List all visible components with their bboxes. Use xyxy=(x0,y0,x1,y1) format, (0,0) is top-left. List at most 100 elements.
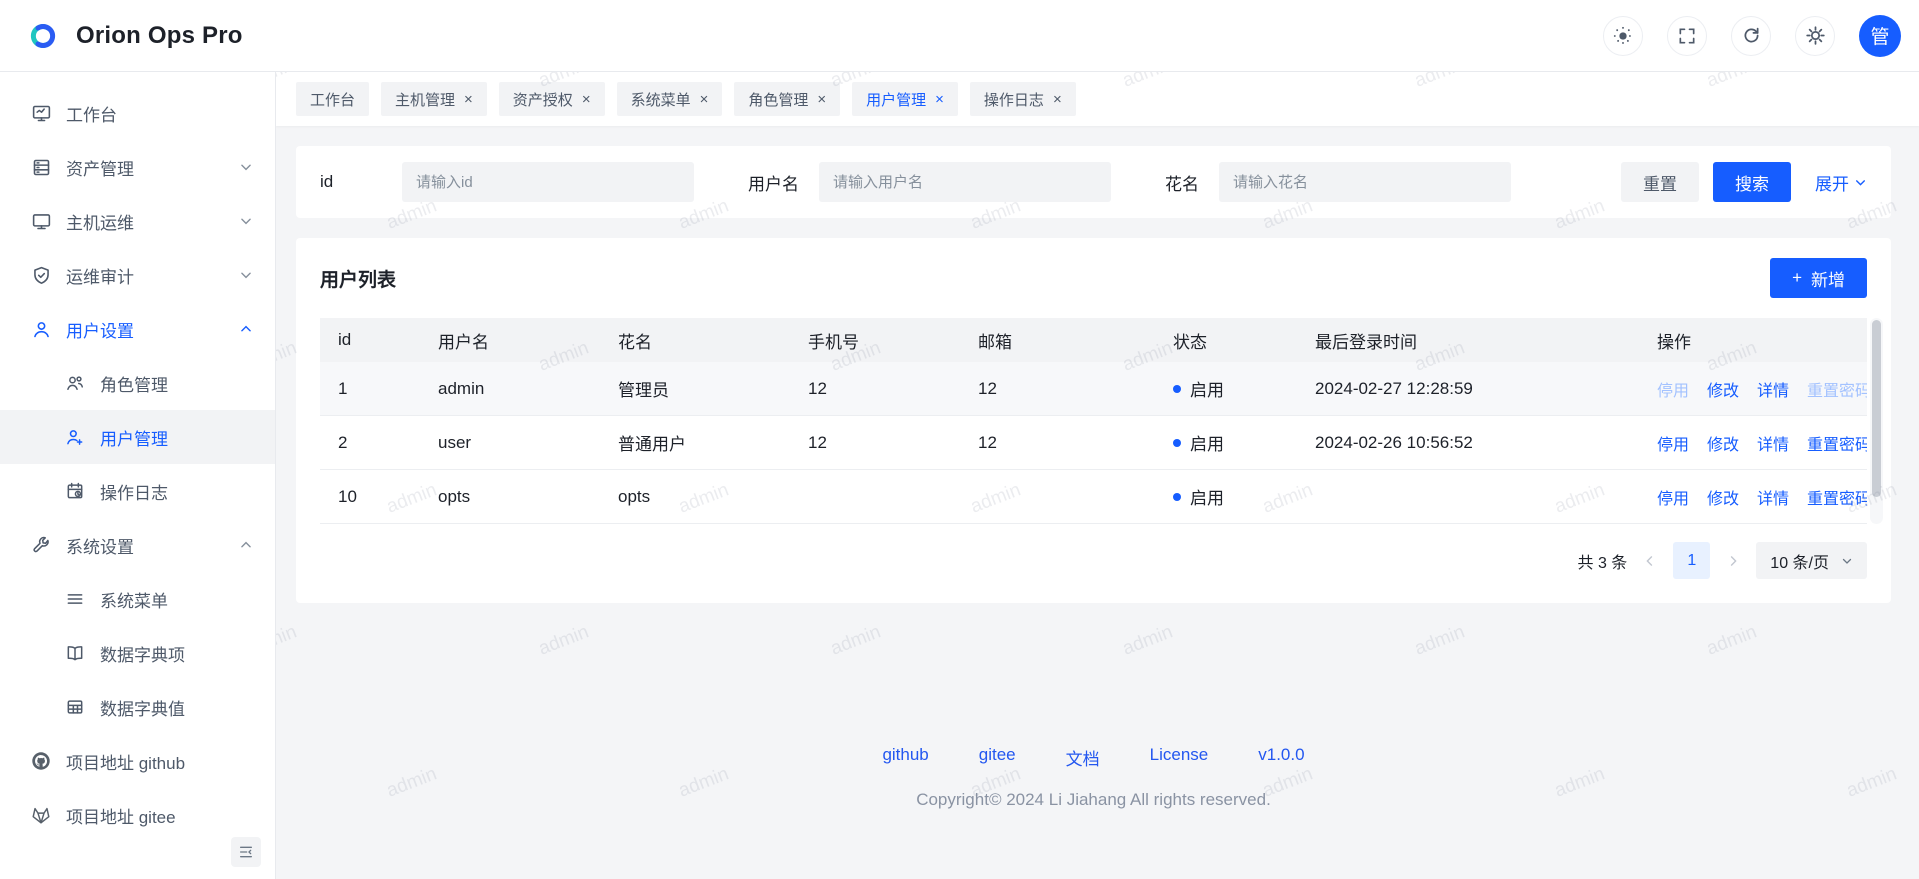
search-button[interactable]: 搜索 xyxy=(1713,162,1791,202)
refresh-icon xyxy=(1741,25,1762,46)
fullscreen-icon xyxy=(1677,26,1697,46)
page-size-select[interactable]: 10 条/页 xyxy=(1756,542,1867,579)
cell-last-login: 2024-02-26 10:56:52 xyxy=(1267,433,1639,453)
tab-system-menu[interactable]: 系统菜单 × xyxy=(617,82,723,116)
menu-lines-icon xyxy=(64,588,86,610)
sidebar-item-audit[interactable]: 运维审计 xyxy=(0,248,275,302)
reset-password-link[interactable]: 重置密码 xyxy=(1807,431,1867,455)
footer-link-license[interactable]: License xyxy=(1150,745,1209,770)
edit-link[interactable]: 修改 xyxy=(1707,431,1739,455)
sidebar-item-dict-value[interactable]: 数据字典值 xyxy=(0,680,275,734)
tab-label: 用户管理 xyxy=(866,89,926,110)
tab-role-management[interactable]: 角色管理 × xyxy=(734,82,840,116)
tab-close-icon[interactable]: × xyxy=(464,92,473,107)
next-page-button[interactable] xyxy=(1726,554,1740,568)
sidebar-collapse-button[interactable] xyxy=(231,837,261,867)
sidebar-item-label: 项目地址 gitee xyxy=(66,803,176,828)
refresh-button[interactable] xyxy=(1731,16,1771,56)
detail-link[interactable]: 详情 xyxy=(1757,431,1789,455)
tab-label: 主机管理 xyxy=(395,89,455,110)
sidebar-item-assets[interactable]: 资产管理 xyxy=(0,140,275,194)
prev-page-button[interactable] xyxy=(1643,554,1657,568)
detail-link[interactable]: 详情 xyxy=(1757,377,1789,401)
sidebar-item-role-management[interactable]: 角色管理 xyxy=(0,356,275,410)
page-number-button[interactable]: 1 xyxy=(1673,542,1710,579)
footer-link-github[interactable]: github xyxy=(882,745,928,770)
cell-email: 12 xyxy=(960,379,1155,399)
user-icon xyxy=(30,318,52,340)
tab-close-icon[interactable]: × xyxy=(817,92,826,107)
theme-toggle-button[interactable] xyxy=(1603,16,1643,56)
detail-link[interactable]: 详情 xyxy=(1757,485,1789,509)
reset-button[interactable]: 重置 xyxy=(1621,162,1699,202)
tab-workbench[interactable]: 工作台 xyxy=(296,82,369,116)
users-icon xyxy=(64,372,86,394)
table-header-row: id 用户名 花名 手机号 邮箱 状态 最后登录时间 操作 xyxy=(320,318,1867,362)
cell-phone: 12 xyxy=(790,433,960,453)
footer-link-gitee[interactable]: gitee xyxy=(979,745,1016,770)
tab-label: 角色管理 xyxy=(748,89,808,110)
sidebar-item-label: 系统设置 xyxy=(66,533,134,558)
sidebar-item-dict-item[interactable]: 数据字典项 xyxy=(0,626,275,680)
sidebar-item-workbench[interactable]: 工作台 xyxy=(0,86,275,140)
sidebar-item-label: 角色管理 xyxy=(100,371,168,396)
chevron-up-icon xyxy=(239,322,253,336)
sidebar-item-system-menu[interactable]: 系统菜单 xyxy=(0,572,275,626)
app-logo: Orion Ops Pro xyxy=(24,17,243,55)
wrench-icon xyxy=(30,534,52,556)
status-dot xyxy=(1173,385,1181,393)
edit-link[interactable]: 修改 xyxy=(1707,485,1739,509)
reset-password-link[interactable]: 重置密码 xyxy=(1807,377,1867,401)
status-dot xyxy=(1173,439,1181,447)
tab-operation-log[interactable]: 操作日志 × xyxy=(970,82,1076,116)
fullscreen-button[interactable] xyxy=(1667,16,1707,56)
status-dot xyxy=(1173,493,1181,501)
id-input[interactable] xyxy=(402,162,694,202)
disable-link[interactable]: 停用 xyxy=(1657,431,1689,455)
cell-status: 启用 xyxy=(1155,430,1267,455)
table-scrollbar[interactable] xyxy=(1870,318,1883,524)
tab-close-icon[interactable]: × xyxy=(935,92,944,107)
chevron-down-icon xyxy=(239,268,253,282)
sidebar-item-gitee-link[interactable]: 项目地址 gitee xyxy=(0,788,275,842)
settings-button[interactable] xyxy=(1795,16,1835,56)
footer-link-version[interactable]: v1.0.0 xyxy=(1258,745,1304,770)
edit-link[interactable]: 修改 xyxy=(1707,377,1739,401)
sidebar-item-label: 工作台 xyxy=(66,101,117,126)
cell-email: 12 xyxy=(960,433,1155,453)
tab-user-management[interactable]: 用户管理 × xyxy=(852,82,958,116)
footer-link-docs[interactable]: 文档 xyxy=(1066,745,1100,770)
tab-host-management[interactable]: 主机管理 × xyxy=(381,82,487,116)
cell-phone: 12 xyxy=(790,379,960,399)
nickname-input[interactable] xyxy=(1219,162,1511,202)
tab-asset-auth[interactable]: 资产授权 × xyxy=(499,82,605,116)
scrollbar-thumb[interactable] xyxy=(1872,320,1881,497)
disable-link[interactable]: 停用 xyxy=(1657,377,1689,401)
table-grid-icon xyxy=(64,696,86,718)
cell-username: admin xyxy=(420,379,600,399)
table-row: 10 opts opts 启用 停用 修改 详情 重置密码 xyxy=(320,470,1867,524)
tab-label: 操作日志 xyxy=(984,89,1044,110)
sidebar-item-user-settings[interactable]: 用户设置 xyxy=(0,302,275,356)
sidebar-item-host-ops[interactable]: 主机运维 xyxy=(0,194,275,248)
tab-close-icon[interactable]: × xyxy=(700,92,709,107)
user-avatar[interactable]: 管 xyxy=(1859,15,1901,57)
sidebar-item-operation-log[interactable]: 操作日志 xyxy=(0,464,275,518)
sidebar-item-user-management[interactable]: 用户管理 xyxy=(0,410,275,464)
username-label: 用户名 xyxy=(748,170,799,195)
cell-actions: 停用 修改 详情 重置密码 分配角色 删除 xyxy=(1639,377,1867,401)
disable-link[interactable]: 停用 xyxy=(1657,485,1689,509)
app-header: Orion Ops Pro xyxy=(0,0,1919,72)
cell-last-login: 2024-02-27 12:28:59 xyxy=(1267,379,1639,399)
col-status: 状态 xyxy=(1155,328,1267,353)
expand-toggle[interactable]: 展开 xyxy=(1815,170,1867,195)
reset-password-link[interactable]: 重置密码 xyxy=(1807,485,1867,509)
sidebar-item-github-link[interactable]: 项目地址 github xyxy=(0,734,275,788)
add-user-button[interactable]: + 新增 xyxy=(1770,258,1867,298)
tab-close-icon[interactable]: × xyxy=(1053,92,1062,107)
username-input[interactable] xyxy=(819,162,1111,202)
sidebar-item-system-settings[interactable]: 系统设置 xyxy=(0,518,275,572)
main-area: 工作台 主机管理 × 资产授权 × 系统菜单 × 角色管理 × 用户管理 × 操… xyxy=(276,72,1919,879)
tab-close-icon[interactable]: × xyxy=(582,92,591,107)
chevron-down-icon xyxy=(1841,555,1853,567)
